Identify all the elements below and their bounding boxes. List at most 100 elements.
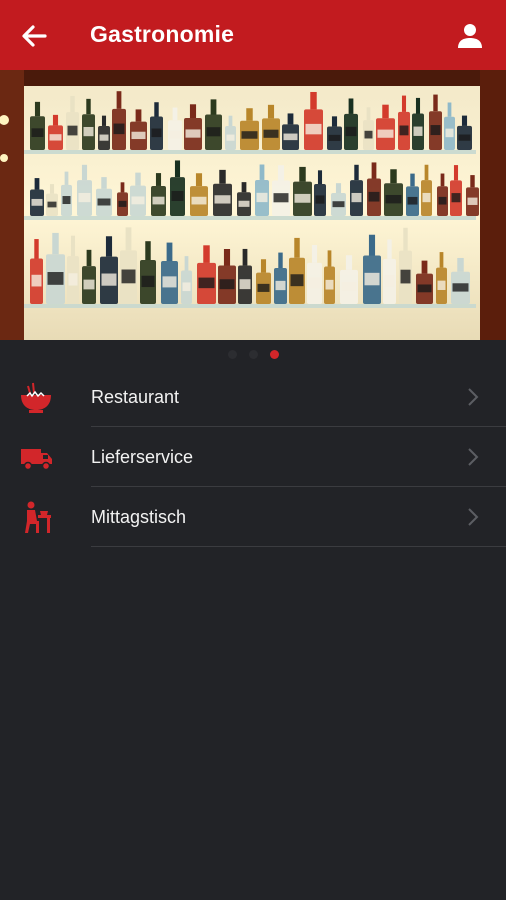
- bottle-label-shape: [290, 274, 304, 287]
- bottle-neck-shape: [52, 232, 59, 255]
- bottle-label-shape: [121, 269, 136, 284]
- bottle-neck-shape: [259, 164, 265, 180]
- bottle-neck-shape: [34, 101, 41, 117]
- bottle-neck-shape: [433, 94, 438, 112]
- bottle-neck-shape: [348, 98, 354, 114]
- bottle-label-shape: [99, 134, 109, 141]
- bottle-label-shape: [47, 201, 57, 208]
- bottle-label-shape: [83, 126, 94, 137]
- bottle-neck-shape: [135, 172, 141, 186]
- carousel-dot-1[interactable]: [227, 350, 237, 359]
- bottle-label-shape: [97, 198, 111, 206]
- bottle-neck-shape: [101, 115, 107, 126]
- bottle-label-shape: [49, 134, 62, 141]
- page-title: Gastronomie: [90, 21, 235, 47]
- carousel-image[interactable]: [0, 70, 506, 340]
- bottle-neck-shape: [154, 102, 159, 117]
- bottle-label-shape: [458, 134, 471, 141]
- bottle-label-shape: [226, 134, 235, 141]
- bottle-neck-shape: [101, 177, 107, 189]
- profile-button[interactable]: [452, 18, 488, 54]
- bottle-neck-shape: [368, 234, 376, 256]
- bottle-label-shape: [141, 275, 155, 288]
- bottle-neck-shape: [470, 175, 475, 188]
- menu-item-label: Lieferservice: [91, 447, 194, 467]
- bottle-label-shape: [68, 273, 78, 286]
- bottle-neck-shape: [34, 178, 40, 190]
- bottle-label-shape: [182, 282, 191, 292]
- bottle-label-shape: [385, 194, 402, 204]
- carousel-dot-2[interactable]: [248, 350, 258, 359]
- divider: [91, 546, 506, 547]
- bottle-neck-shape: [64, 171, 69, 185]
- bottle-label-shape: [219, 279, 235, 290]
- bottle-neck-shape: [311, 245, 318, 263]
- bottle-neck-shape: [70, 235, 76, 257]
- bottle-label-shape: [162, 276, 177, 288]
- bottle-neck-shape: [189, 104, 197, 119]
- bottle-neck-shape: [166, 242, 173, 262]
- bottle-label-shape: [31, 198, 43, 206]
- bottle-label-shape: [452, 283, 469, 292]
- bottle-label-shape: [305, 123, 322, 135]
- bottle-neck-shape: [86, 98, 91, 115]
- bottle-neck-shape: [172, 107, 178, 121]
- bottle-label-shape: [384, 274, 395, 287]
- bottle-neck-shape: [457, 257, 464, 272]
- chevron-right-icon: [468, 388, 479, 406]
- bar-shelves-image: [0, 70, 506, 340]
- bottle-label-shape: [368, 191, 380, 202]
- bottle-label-shape: [78, 192, 91, 203]
- bottle-label-shape: [294, 193, 311, 203]
- bottle-neck-shape: [317, 170, 323, 185]
- bottle-neck-shape: [219, 169, 226, 184]
- bottle-neck-shape: [410, 173, 415, 187]
- carousel-dot-3[interactable]: [269, 350, 279, 359]
- bottle-label-shape: [377, 129, 394, 138]
- bottle-label-shape: [400, 269, 411, 284]
- bottle-neck-shape: [184, 256, 189, 271]
- bottle-label-shape: [241, 131, 258, 139]
- bottle-neck-shape: [228, 115, 233, 126]
- bottle-neck-shape: [105, 236, 113, 257]
- bottle-neck-shape: [242, 248, 248, 266]
- menu-item-restaurant[interactable]: Restaurant: [0, 367, 506, 427]
- bottle-neck-shape: [70, 95, 75, 113]
- bottle-neck-shape: [421, 260, 428, 274]
- bottle-label-shape: [31, 274, 42, 287]
- bottle-label-shape: [83, 279, 95, 290]
- bottle-label-shape: [273, 193, 289, 203]
- menu-item-mittagstisch[interactable]: Mittagstisch: [0, 487, 506, 547]
- bottle-neck-shape: [81, 164, 88, 181]
- bottle-label-shape: [191, 196, 207, 205]
- bottle-label-shape: [438, 196, 447, 205]
- bottle-neck-shape: [278, 252, 283, 269]
- bottle-neck-shape: [135, 109, 142, 122]
- bottle-label-shape: [283, 133, 298, 141]
- bottle-neck-shape: [223, 249, 231, 266]
- chevron-right-icon: [468, 448, 479, 466]
- bottle-neck-shape: [415, 97, 421, 114]
- back-button[interactable]: [16, 18, 52, 54]
- bottle-neck-shape: [267, 104, 275, 119]
- bottle-neck-shape: [210, 99, 217, 115]
- bottle-label-shape: [351, 192, 362, 203]
- bottle-label-shape: [206, 127, 221, 137]
- bottle-neck-shape: [335, 183, 342, 194]
- bottle-neck-shape: [299, 166, 306, 182]
- menu-item-lieferservice[interactable]: Lieferservice: [0, 427, 506, 487]
- bottle-label-shape: [345, 126, 357, 137]
- bottle-label-shape: [315, 195, 325, 204]
- bottle-neck-shape: [145, 241, 151, 261]
- bottle-neck-shape: [260, 259, 267, 273]
- bottle-label-shape: [407, 196, 418, 205]
- bottle-neck-shape: [327, 250, 332, 267]
- chevron-right-icon: [468, 508, 479, 526]
- food-bowl-icon: [21, 382, 51, 413]
- bottle-label-shape: [239, 279, 251, 290]
- bottle-label-shape: [101, 273, 117, 286]
- bottle-neck-shape: [331, 116, 338, 127]
- bottle-neck-shape: [120, 182, 125, 193]
- bottle-neck-shape: [52, 114, 59, 126]
- bottle-neck-shape: [403, 227, 408, 251]
